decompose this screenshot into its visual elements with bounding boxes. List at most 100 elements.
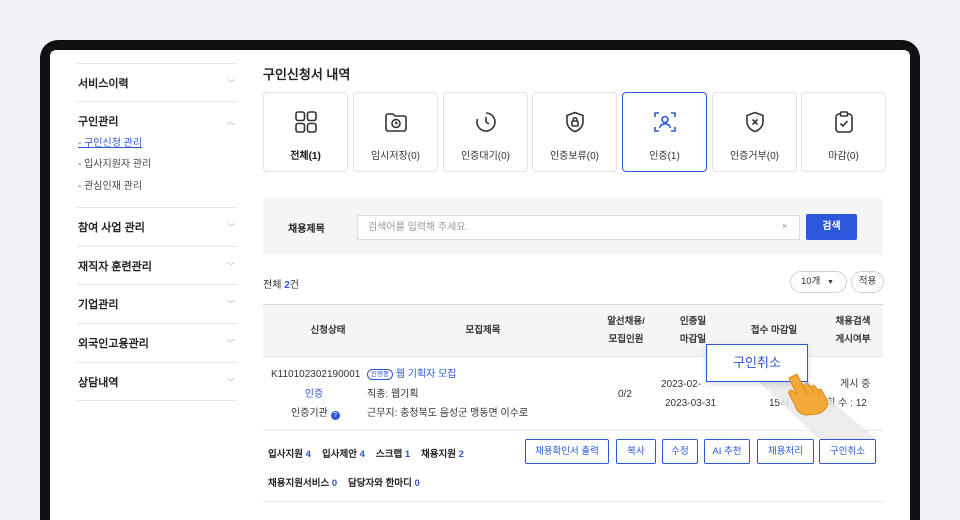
- copy-button[interactable]: 복사: [616, 439, 656, 464]
- cert-org: 인증기관 ?: [291, 407, 340, 421]
- sidebar-divider: [77, 284, 237, 285]
- row-divider: [263, 430, 883, 431]
- sidebar-divider: [77, 400, 237, 401]
- sidebar-item-foreign[interactable]: 외국인고용관리: [78, 337, 149, 351]
- cancel-job-button[interactable]: 구인취소: [819, 439, 876, 464]
- chevron-up-icon[interactable]: ︿: [227, 115, 235, 129]
- work-location: 근무지: 충청북도 음성군 맹동면 이수로: [367, 408, 529, 419]
- total-suffix: 건: [289, 280, 299, 291]
- chevron-down-icon[interactable]: ﹀: [227, 77, 235, 91]
- sidebar-item-service-history[interactable]: 서비스이력: [78, 77, 129, 91]
- sidebar-subitem-talent[interactable]: - 관심인재 관리: [78, 180, 142, 194]
- placement-count: 0/2: [618, 389, 632, 400]
- stat-value: 4: [359, 449, 365, 460]
- stat-label: 입사지원: [268, 449, 303, 460]
- grid-icon: [294, 111, 317, 133]
- cert-date: 2023-02-: [661, 379, 702, 390]
- folder-clock-icon: [384, 113, 407, 132]
- job-title-line[interactable]: 진행중 웹 기획자 모집: [367, 368, 457, 382]
- hire-process-button[interactable]: 채용처리: [757, 439, 814, 464]
- status-card-pending[interactable]: 인증대기(0): [443, 92, 528, 172]
- total-count: 전체 2건: [263, 276, 299, 291]
- sidebar-item-biz-mgmt[interactable]: 참여 사업 관리: [78, 221, 145, 235]
- th-search-2: 게시여부: [835, 334, 871, 345]
- help-icon[interactable]: ?: [330, 411, 340, 420]
- sidebar-divider: [77, 246, 237, 247]
- status-card-label: 인증(1): [649, 151, 680, 162]
- chevron-down-icon[interactable]: ﹀: [227, 260, 235, 274]
- sidebar-item-company[interactable]: 기업관리: [78, 298, 118, 312]
- job-type: 직종: 웹기획: [367, 389, 419, 400]
- ai-recommend-button[interactable]: AI 추천: [704, 439, 750, 464]
- status-card-label: 인증거부(0): [729, 151, 780, 162]
- chevron-down-icon[interactable]: ﹀: [227, 298, 235, 312]
- status-card-label: 마감(0): [828, 151, 859, 162]
- clipboard-check-icon: [834, 111, 853, 133]
- status-certified: 인증: [304, 389, 324, 400]
- th-placement-1: 알선채용/: [607, 316, 645, 327]
- stat-value: 1: [404, 449, 411, 460]
- status-card-hold[interactable]: 인증보류(0): [532, 92, 617, 172]
- scan-person-icon: [653, 112, 676, 132]
- chevron-down-icon[interactable]: ﹀: [227, 221, 235, 235]
- request-id: K110102302190001: [271, 369, 361, 380]
- search-field-label: 채용제목: [288, 224, 325, 235]
- stat-value: 0: [331, 478, 338, 489]
- sidebar-subitem-applicants[interactable]: - 입사지원자 관리: [78, 158, 151, 172]
- page-title: 구인신청서 내역: [263, 67, 351, 82]
- status-card-label: 임시저장(0): [370, 151, 421, 162]
- shield-x-icon: [745, 111, 764, 133]
- stat-label: 채용지원서비스: [268, 478, 330, 489]
- status-card-closed[interactable]: 마감(0): [801, 92, 886, 172]
- stat-value: 4: [305, 449, 311, 460]
- clear-icon[interactable]: ×: [782, 221, 787, 231]
- stat-service[interactable]: 채용지원서비스 0: [268, 475, 337, 489]
- stat-value: 2: [458, 449, 464, 460]
- close-date: 2023-03-31: [665, 398, 717, 409]
- chevron-down-icon[interactable]: ﹀: [227, 376, 235, 390]
- sidebar-divider: [77, 101, 237, 102]
- status-card-certified[interactable]: 인증(1): [622, 92, 707, 172]
- stat-value: 0: [414, 478, 420, 489]
- stat-offers[interactable]: 입사제안 4: [322, 446, 365, 460]
- sidebar-item-training[interactable]: 재직자 훈련관리: [78, 260, 152, 274]
- stat-applicants[interactable]: 입사지원 4: [268, 446, 311, 460]
- sidebar-item-job-mgmt[interactable]: 구인관리: [78, 115, 118, 129]
- status-card-label: 전체(1): [290, 151, 321, 162]
- sidebar-divider: [77, 63, 237, 64]
- status-card-all[interactable]: 전체(1): [263, 92, 348, 172]
- edit-button[interactable]: 수정: [662, 439, 698, 464]
- total-prefix: 전체: [263, 280, 285, 291]
- timer-icon: [475, 112, 496, 132]
- stat-label: 채용지원: [421, 449, 456, 460]
- stat-support[interactable]: 채용지원 2: [421, 446, 464, 460]
- posted-status: 게시 중: [840, 379, 871, 390]
- shield-lock-icon: [565, 111, 584, 133]
- th-status: 신청상태: [310, 325, 346, 336]
- stat-scrap[interactable]: 스크랩 1: [376, 446, 410, 460]
- status-card-rejected[interactable]: 인증거부(0): [712, 92, 797, 172]
- per-page-select[interactable]: 10개 ▼: [790, 271, 847, 293]
- stat-label: 입사제안: [322, 449, 357, 460]
- cert-org-label: 인증기관: [291, 408, 328, 419]
- apply-button[interactable]: 적용: [851, 271, 884, 293]
- sidebar-item-consult[interactable]: 상담내역: [78, 376, 118, 390]
- status-card-label: 인증보류(0): [549, 151, 600, 162]
- status-card-label: 인증대기(0): [460, 151, 511, 162]
- th-placement-2: 모집인원: [608, 334, 644, 345]
- caret-down-icon: ▼: [826, 279, 834, 286]
- th-title: 모집제목: [465, 325, 501, 336]
- print-certificate-button[interactable]: 채용확인서 출력: [525, 439, 609, 464]
- search-button[interactable]: 검색: [806, 214, 857, 240]
- th-cert-1: 인증일: [679, 316, 707, 327]
- chevron-down-icon[interactable]: ﹀: [227, 337, 235, 351]
- per-page-value: 10개: [801, 276, 821, 287]
- app-screen: 서비스이력 ﹀ 구인관리 ︿ - 구인신청 관리 - 입사지원자 관리 - 관심…: [50, 50, 910, 520]
- status-card-draft[interactable]: 임시저장(0): [353, 92, 438, 172]
- sidebar-subitem-job-request[interactable]: - 구인신청 관리: [78, 137, 142, 151]
- progress-badge: 진행중: [367, 369, 393, 380]
- job-title-link[interactable]: 웹 기획자 모집: [396, 369, 457, 380]
- stat-manager[interactable]: 담당자와 한마디 0: [348, 475, 420, 489]
- search-input[interactable]: 검색어를 입력해 주세요.: [357, 215, 800, 240]
- th-deadline: 접수 마감일: [750, 325, 798, 336]
